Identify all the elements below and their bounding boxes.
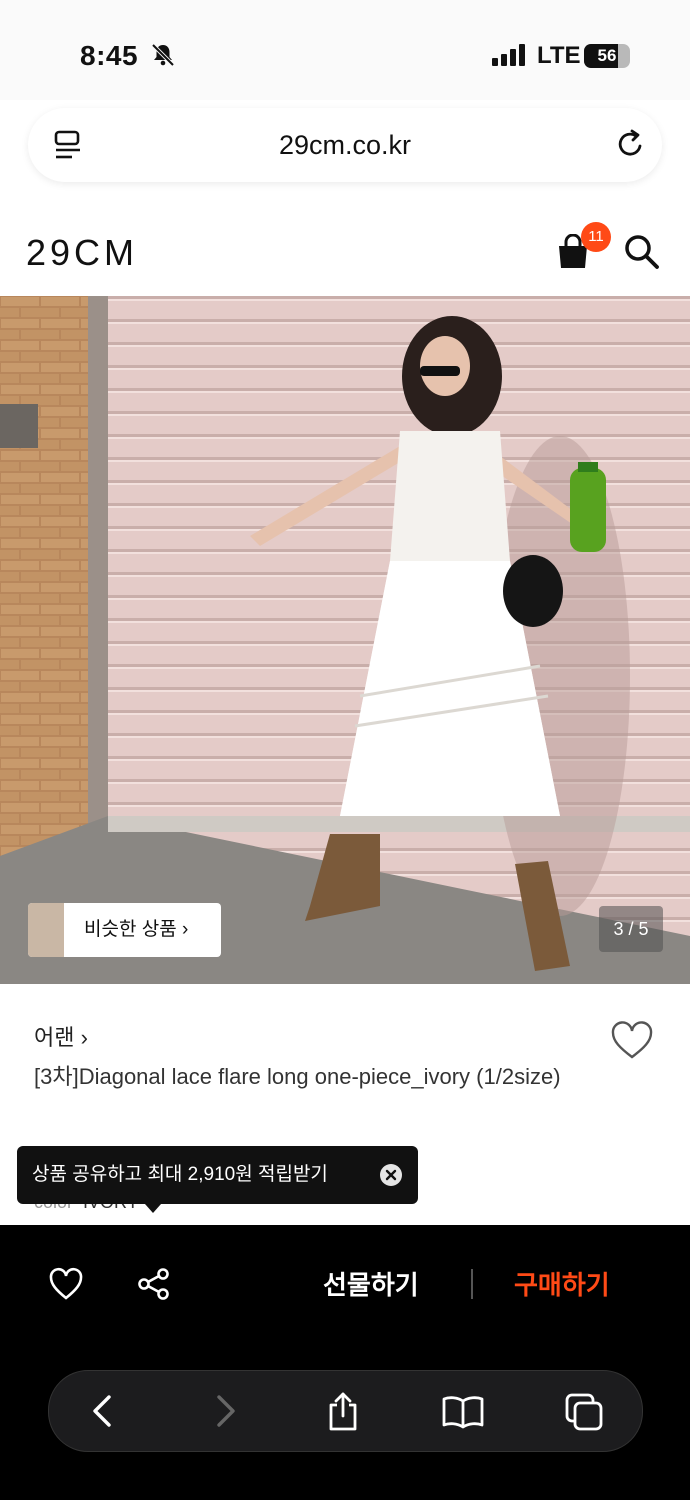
battery-level: 56: [597, 46, 617, 65]
gift-button[interactable]: 선물하기: [323, 1265, 419, 1302]
similar-thumbnail: [28, 903, 64, 957]
divider: [471, 1269, 473, 1299]
reload-icon[interactable]: [616, 128, 646, 165]
search-icon[interactable]: [624, 234, 660, 275]
address-bar[interactable]: 29cm.co.kr: [28, 108, 662, 182]
product-photo: [0, 296, 690, 984]
site-header: 29CM 11: [0, 200, 690, 296]
site-logo[interactable]: 29CM: [26, 232, 138, 274]
product-title: [3차]Diagonal lace flare long one-piece_i…: [34, 1064, 561, 1089]
heart-icon[interactable]: [48, 1267, 84, 1306]
brand-link[interactable]: 어랜 ›: [34, 1020, 88, 1052]
network-type: LTE: [537, 42, 581, 69]
url-text[interactable]: 29cm.co.kr: [28, 108, 662, 182]
image-counter: 3 / 5: [599, 906, 663, 952]
battery-icon: 56: [584, 44, 630, 68]
chevron-left-icon[interactable]: [89, 1391, 115, 1436]
product-image[interactable]: 비슷한 상품 › 3 / 5: [0, 296, 690, 984]
cart-count-badge: 11: [581, 222, 611, 252]
heart-icon[interactable]: [610, 1021, 654, 1066]
tooltip-text: 상품 공유하고 최대 2,910원 적립받기: [32, 1164, 328, 1185]
bell-slash-icon: [150, 42, 176, 73]
purchase-bar: 선물하기 구매하기: [0, 1225, 690, 1500]
share-reward-tooltip: 상품 공유하고 최대 2,910원 적립받기: [17, 1146, 418, 1213]
share-upload-icon[interactable]: [325, 1391, 361, 1436]
browser-toolbar: [48, 1370, 643, 1452]
status-bar: 8:45 LTE 56: [0, 0, 690, 100]
chevron-right-icon[interactable]: [213, 1391, 239, 1436]
tabs-icon[interactable]: [563, 1391, 605, 1436]
tooltip-arrow: [145, 1204, 161, 1213]
buy-button[interactable]: 구매하기: [514, 1265, 610, 1302]
similar-products-label: 비슷한 상품 ›: [84, 919, 189, 940]
signal-icon: [492, 44, 526, 71]
similar-products-button[interactable]: 비슷한 상품 ›: [28, 903, 221, 957]
book-icon[interactable]: [441, 1391, 485, 1436]
share-icon[interactable]: [137, 1267, 171, 1306]
close-icon[interactable]: [380, 1164, 402, 1186]
status-time: 8:45: [80, 40, 139, 71]
